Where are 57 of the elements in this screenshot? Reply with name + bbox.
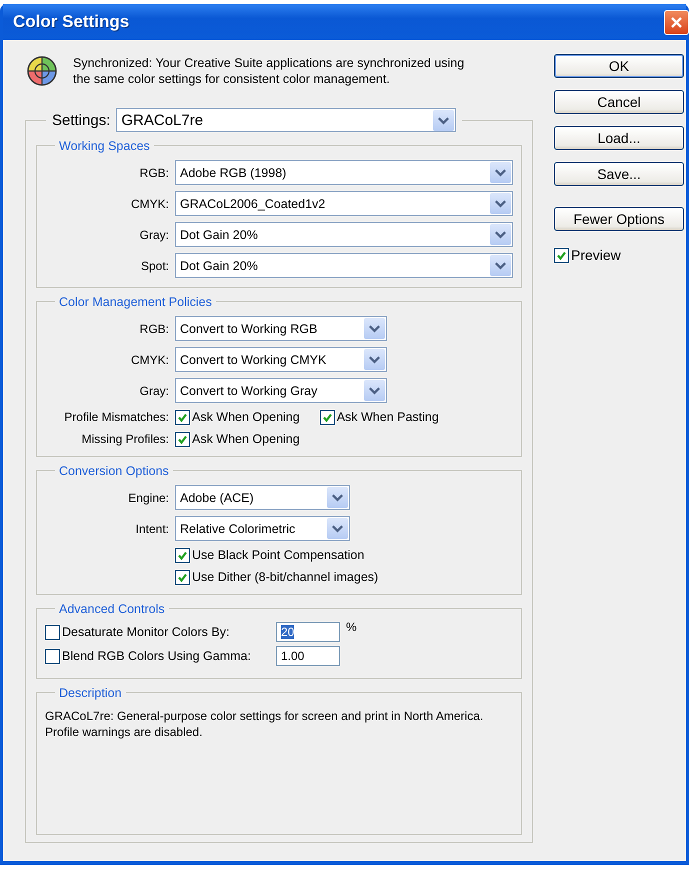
section-title: Description bbox=[59, 686, 122, 700]
checkbox[interactable] bbox=[175, 410, 190, 424]
field-label: RGB: bbox=[138, 166, 169, 180]
dropdown[interactable]: Adobe RGB (1998) bbox=[175, 160, 513, 185]
section-title: Conversion Options bbox=[59, 464, 169, 478]
section-title: Color Management Policies bbox=[59, 295, 212, 309]
field-label: Gray: bbox=[138, 228, 169, 242]
input-field[interactable]: 1.00 bbox=[276, 646, 340, 666]
dropdown[interactable]: Convert to Working Gray bbox=[175, 378, 387, 403]
dropdown[interactable]: Relative Colorimetric bbox=[175, 516, 350, 541]
section-title: Advanced Controls bbox=[59, 602, 165, 616]
checkbox[interactable] bbox=[554, 248, 569, 262]
dialog-button[interactable]: OK bbox=[554, 54, 684, 78]
window-title: Color Settings bbox=[13, 12, 130, 32]
checkbox[interactable] bbox=[175, 548, 190, 562]
field-label: RGB: bbox=[138, 322, 169, 336]
color-wheel-icon bbox=[25, 54, 59, 88]
checkbox-label[interactable]: Blend RGB Colors Using Gamma: bbox=[62, 649, 274, 663]
dropdown[interactable]: Convert to Working CMYK bbox=[175, 347, 387, 372]
checkbox[interactable] bbox=[320, 410, 335, 424]
field-label: Spot: bbox=[140, 258, 169, 272]
sync-message: Synchronized: Your Creative Suite applications are synchronized using the same color settings for consistent color management. bbox=[73, 55, 466, 87]
checkbox[interactable] bbox=[45, 624, 60, 640]
dropdown[interactable]: Dot Gain 20% bbox=[175, 253, 513, 278]
checkbox-label[interactable]: Ask When Opening bbox=[192, 410, 300, 424]
checkbox[interactable] bbox=[175, 570, 190, 584]
dropdown[interactable]: Adobe (ACE) bbox=[175, 485, 350, 510]
checkbox-label[interactable]: Ask When Opening bbox=[192, 432, 300, 446]
checkbox[interactable] bbox=[175, 432, 190, 446]
checkbox-label[interactable]: Use Dither (8-bit/channel images) bbox=[192, 570, 378, 584]
field-label: Engine: bbox=[127, 490, 169, 504]
section-title: Working Spaces bbox=[59, 139, 150, 153]
checkbox-label[interactable]: Use Black Point Compensation bbox=[192, 548, 364, 562]
checkbox-label[interactable]: Ask When Pasting bbox=[336, 410, 439, 424]
dialog-button[interactable]: Save... bbox=[554, 162, 684, 186]
field-label: CMYK: bbox=[130, 352, 169, 366]
checkbox-label[interactable]: Preview bbox=[571, 247, 621, 263]
close-icon[interactable] bbox=[670, 16, 683, 28]
field-label: Gray: bbox=[138, 384, 169, 398]
dropdown[interactable]: Convert to Working RGB bbox=[175, 316, 387, 341]
close-button[interactable] bbox=[664, 10, 689, 34]
settings-dropdown[interactable]: GRACoL7re bbox=[116, 108, 456, 132]
dialog-button[interactable]: Cancel bbox=[554, 90, 684, 114]
field-label: Intent: bbox=[134, 522, 169, 536]
field-label: Profile Mismatches: bbox=[63, 410, 169, 424]
checkbox[interactable] bbox=[45, 648, 60, 664]
dropdown[interactable]: GRACoL2006_Coated1v2 bbox=[175, 191, 513, 216]
dialog-button[interactable]: Load... bbox=[554, 126, 684, 150]
field-label: CMYK: bbox=[130, 196, 169, 210]
unit-label: % bbox=[346, 620, 357, 634]
options-button[interactable]: Fewer Options bbox=[554, 207, 684, 231]
dropdown[interactable]: Dot Gain 20% bbox=[175, 222, 513, 247]
settings-label: Settings: bbox=[52, 112, 110, 128]
input-field[interactable]: 20 bbox=[276, 622, 340, 642]
description-text: GRACoL7re: General-purpose color settings for screen and print in North America. Profile warnings are disabled. bbox=[45, 709, 484, 739]
checkbox-label[interactable]: Desaturate Monitor Colors By: bbox=[62, 625, 274, 639]
field-label: Missing Profiles: bbox=[80, 432, 169, 446]
